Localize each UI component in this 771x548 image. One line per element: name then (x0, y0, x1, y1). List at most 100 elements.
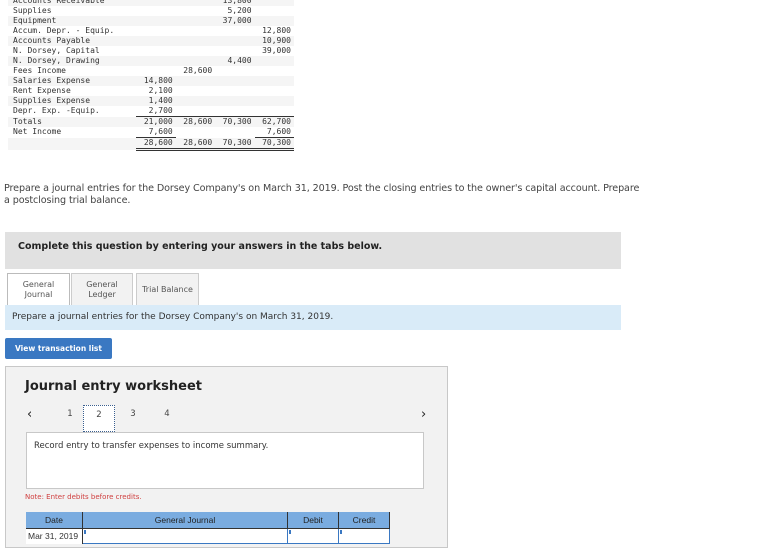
account-name: Accum. Depr. - Equip. (8, 26, 137, 36)
amount-c3: 4,400 (215, 56, 255, 66)
account-name: Equipment (8, 16, 137, 26)
debit-credit-note: Note: Enter debits before credits. (25, 493, 142, 501)
tab-instruction-text: Prepare a journal entries for the Dorsey… (12, 312, 334, 322)
account-name: Supplies Expense (8, 96, 137, 106)
amount-c2: 28,600 (175, 137, 216, 151)
amount-c2 (175, 106, 216, 117)
account-name: Supplies (8, 6, 137, 16)
amount-c1: 2,700 (136, 106, 176, 117)
amount-c2 (175, 16, 216, 26)
amount-c1: 21,000 (136, 116, 176, 127)
trial-balance-row: Supplies Expense 1,400 (8, 96, 294, 106)
tab-general-ledger[interactable]: General Ledger (71, 273, 133, 306)
column-header-date: Date (26, 512, 83, 529)
trial-balance-row: Supplies 5,200 (8, 6, 294, 16)
column-header-general-journal: General Journal (82, 512, 288, 529)
amount-c3 (215, 76, 255, 86)
worksheet-page-2[interactable]: 2 (83, 405, 115, 432)
journal-entry-worksheet: Journal entry worksheet ‹ 1 2 3 4 › Reco… (5, 366, 448, 548)
amount-c3 (215, 46, 255, 56)
amount-c2 (175, 76, 216, 86)
column-header-credit: Credit (338, 512, 390, 529)
amount-c2 (175, 26, 216, 36)
chevron-left-icon[interactable]: ‹ (27, 407, 32, 422)
trial-balance-row: Equipment 37,000 (8, 16, 294, 26)
amount-c2 (175, 6, 216, 16)
date-cell: Mar 31, 2019 (26, 528, 83, 544)
trial-balance-row: Depr. Exp. -Equip. 2,700 (8, 106, 294, 117)
trial-balance-row: Accounts Payable 10,900 (8, 36, 294, 46)
amount-c1 (136, 66, 176, 76)
amount-c3 (215, 96, 255, 106)
amount-c1 (136, 26, 176, 36)
worksheet-page-3[interactable]: 3 (123, 405, 143, 430)
account-name: Net Income (8, 127, 137, 138)
amount-c4 (254, 16, 294, 26)
amount-c3 (215, 106, 255, 117)
amount-c2: 28,600 (175, 66, 216, 76)
account-name: Salaries Expense (8, 76, 137, 86)
account-name: Depr. Exp. -Equip. (8, 106, 137, 117)
tab-trial-balance[interactable]: Trial Balance (136, 273, 199, 306)
account-name: N. Dorsey, Drawing (8, 56, 137, 66)
amount-c4 (254, 76, 294, 86)
trial-balance-row: Accum. Depr. - Equip. 12,800 (8, 26, 294, 36)
worksheet-title: Journal entry worksheet (25, 379, 202, 394)
entry-description: Record entry to transfer expenses to inc… (34, 441, 269, 451)
amount-c1 (136, 46, 176, 56)
debit-input[interactable] (287, 528, 339, 544)
amount-c3 (215, 86, 255, 96)
amount-c4: 12,800 (254, 26, 294, 36)
trial-balance-row: Fees Income 28,600 (8, 66, 294, 76)
amount-c3 (215, 127, 255, 138)
credit-input[interactable] (338, 528, 390, 544)
trial-balance-row: N. Dorsey, Drawing 4,400 (8, 56, 294, 66)
amount-c3: 5,200 (215, 6, 255, 16)
amount-c1: 28,600 (136, 137, 176, 151)
amount-c2 (175, 96, 216, 106)
amount-c3 (215, 26, 255, 36)
amount-c4: 70,300 (254, 137, 294, 151)
worksheet-page-1[interactable]: 1 (60, 405, 80, 430)
amount-c4 (254, 6, 294, 16)
amount-c1: 7,600 (136, 127, 176, 138)
account-name: Totals (8, 116, 137, 127)
account-name: Fees Income (8, 66, 137, 76)
trial-balance-row: 28,600 28,600 70,300 70,300 (8, 137, 294, 151)
amount-c4: 62,700 (254, 116, 294, 127)
trial-balance-row: Salaries Expense 14,800 (8, 76, 294, 86)
question-prompt: Prepare a journal entries for the Dorsey… (4, 183, 640, 206)
table-row: Mar 31, 2019 (26, 528, 390, 544)
account-name: Accounts Payable (8, 36, 137, 46)
amount-c1 (136, 56, 176, 66)
tab-general-journal[interactable]: General Journal (7, 273, 70, 306)
amount-c2 (175, 127, 216, 138)
trial-balance-row: Totals 21,000 28,600 70,300 62,700 (8, 116, 294, 127)
amount-c1: 1,400 (136, 96, 176, 106)
amount-c4 (254, 106, 294, 117)
account-select[interactable] (82, 528, 288, 544)
instruction-banner-text: Complete this question by entering your … (18, 241, 383, 252)
view-transaction-list-button[interactable]: View transaction list (5, 338, 112, 359)
worksheet-page-4[interactable]: 4 (157, 405, 177, 430)
trial-balance-row: Net Income 7,600 7,600 (8, 127, 294, 138)
trial-balance-row: Rent Expense 2,100 (8, 86, 294, 96)
column-header-debit: Debit (287, 512, 339, 529)
amount-c1: 2,100 (136, 86, 176, 96)
amount-c4 (254, 86, 294, 96)
amount-c3 (215, 36, 255, 46)
amount-c4: 10,900 (254, 36, 294, 46)
amount-c4 (254, 66, 294, 76)
amount-c4: 7,600 (254, 127, 294, 138)
amount-c4 (254, 56, 294, 66)
amount-c1 (136, 16, 176, 26)
instruction-banner: Complete this question by entering your … (5, 232, 621, 269)
amount-c1 (136, 36, 176, 46)
account-name: N. Dorsey, Capital (8, 46, 137, 56)
amount-c1: 14,800 (136, 76, 176, 86)
entry-description-box: Record entry to transfer expenses to inc… (26, 432, 424, 489)
amount-c1 (136, 6, 176, 16)
trial-balance-row: N. Dorsey, Capital 39,000 (8, 46, 294, 56)
chevron-right-icon[interactable]: › (421, 407, 426, 422)
tab-instruction-bar: Prepare a journal entries for the Dorsey… (5, 305, 621, 330)
